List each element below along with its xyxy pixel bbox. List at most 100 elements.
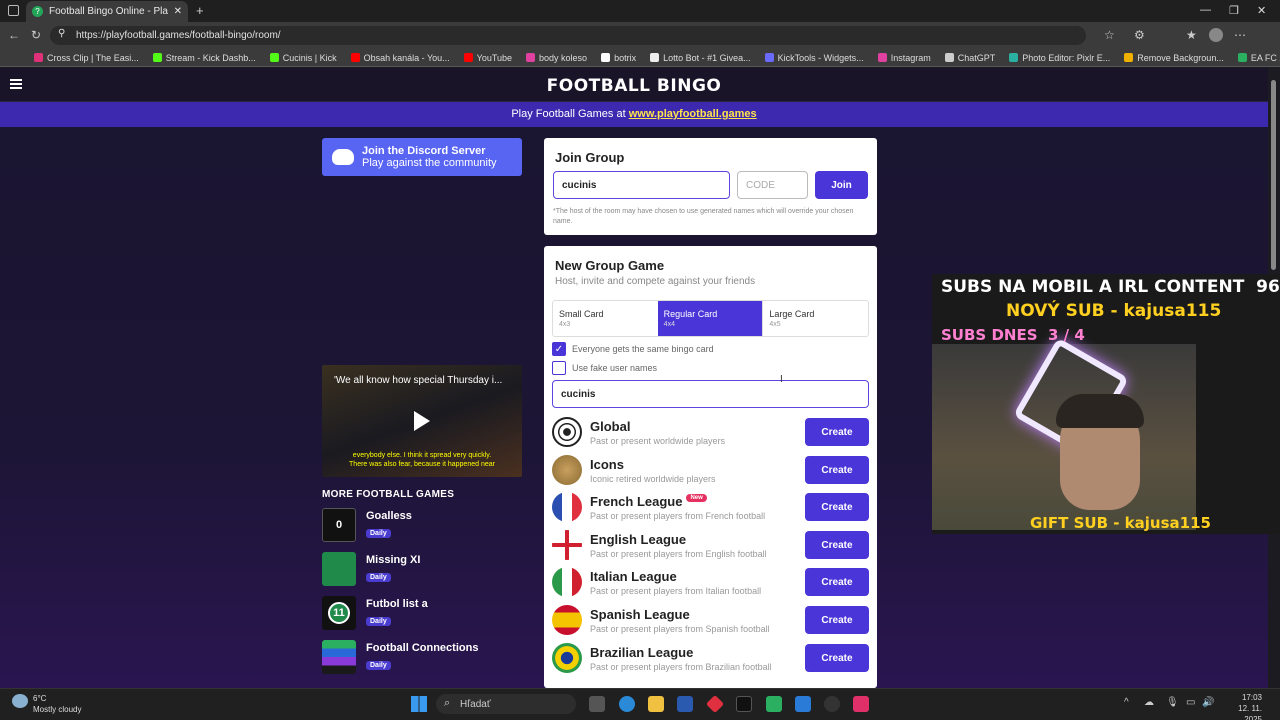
spreadsheet-icon[interactable] <box>766 696 782 712</box>
france-flag-icon <box>552 492 582 522</box>
tray-chevron-icon[interactable]: ^ <box>1124 697 1129 708</box>
create-button[interactable]: Create <box>805 644 869 672</box>
game-name: Futbol list a <box>366 598 428 610</box>
bookmark-item[interactable]: Remove Backgroun... <box>1124 53 1224 63</box>
bookmark-item[interactable]: Obsah kanála - You... <box>350 53 450 63</box>
url-field[interactable]: ⚲ https://playfootball.games/football-bi… <box>50 26 1086 45</box>
browser-tab[interactable]: ? Football Bingo Online - Play Now ✕ <box>26 1 188 22</box>
create-button[interactable]: Create <box>805 493 869 521</box>
more-menu-icon[interactable]: ⋯ <box>1234 28 1246 42</box>
game-link-futbol-lista[interactable]: 11 Futbol list a Daily <box>322 596 522 630</box>
size-option-small[interactable]: Small Card 4x3 <box>553 301 658 336</box>
back-icon[interactable]: ← <box>8 28 20 42</box>
same-card-option[interactable]: ✓ Everyone gets the same bingo card <box>552 342 714 356</box>
bookmark-item[interactable]: Stream - Kick Dashb... <box>152 53 256 63</box>
create-button[interactable]: Create <box>805 531 869 559</box>
create-button[interactable]: Create <box>805 568 869 596</box>
clock[interactable]: 17:03 12. 11. 2025 <box>1222 692 1262 720</box>
host-name-input[interactable]: cucinis <box>552 380 869 408</box>
game-name: Football Connections <box>366 642 479 654</box>
video-player[interactable]: 'We all know how special Thursday i... e… <box>322 365 522 477</box>
tab-actions-icon[interactable] <box>8 5 19 16</box>
create-button[interactable]: Create <box>805 418 869 446</box>
bookmark-item[interactable]: Cucinis | Kick <box>269 53 337 63</box>
store-icon[interactable] <box>677 696 693 712</box>
network-icon[interactable]: ▭ <box>1186 697 1195 708</box>
size-option-regular[interactable]: Regular Card 4x4 <box>657 301 763 336</box>
game-link-football-connections[interactable]: Football Connections Daily <box>322 640 522 674</box>
reload-icon[interactable]: ↻ <box>31 28 41 42</box>
taskbar-search[interactable]: ⌕ Hľadať <box>436 694 576 714</box>
bookmark-item[interactable]: KickTools - Widgets... <box>764 53 864 63</box>
fake-names-checkbox[interactable] <box>552 361 566 375</box>
weather-icon[interactable] <box>12 694 28 708</box>
minimize-icon[interactable]: — <box>1200 4 1211 16</box>
close-tab-icon[interactable]: ✕ <box>174 6 182 17</box>
obs-icon[interactable] <box>824 696 840 712</box>
bookmark-item[interactable]: Instagram <box>877 53 931 63</box>
bookmark-item[interactable]: ChatGPT <box>944 53 995 63</box>
edge-icon[interactable] <box>619 696 635 712</box>
league-desc: Past or present players from English foo… <box>590 548 767 559</box>
site-favicon-icon: ? <box>32 6 43 17</box>
maximize-icon[interactable]: ❐ <box>1229 4 1239 17</box>
weather-widget[interactable]: 6°C Mostly cloudy <box>33 693 81 715</box>
join-button[interactable]: Join <box>815 171 868 199</box>
play-icon[interactable] <box>414 411 430 431</box>
discord-title: Join the Discord Server <box>362 145 486 157</box>
promo-link[interactable]: www.playfootball.games <box>629 108 757 120</box>
connections-icon <box>322 640 356 674</box>
bookmark-item[interactable]: Lotto Bot - #1 Givea... <box>650 53 751 63</box>
discord-join-button[interactable]: Join the Discord Server Play against the… <box>322 138 522 176</box>
game-link-missing-xi[interactable]: Missing XI Daily <box>322 552 522 586</box>
tiktok-live-icon[interactable] <box>853 696 869 712</box>
site-title[interactable]: FOOTBALL BINGO <box>0 76 1268 96</box>
cloud-icon[interactable]: ☁ <box>1144 697 1154 708</box>
browser-tab-bar <box>0 0 1280 22</box>
task-view-icon[interactable] <box>589 696 605 712</box>
search-placeholder: Hľadať <box>460 698 491 710</box>
league-row-icons: Icons Iconic retired worldwide players Cr… <box>552 453 869 487</box>
bookmark-item[interactable]: botrix <box>601 53 636 63</box>
size-label: Small Card <box>559 309 604 319</box>
bookmark-item[interactable]: EA FC 26 Ultimate T... <box>1237 53 1280 63</box>
weather-temp: 6°C <box>33 694 47 703</box>
game-link-goalless[interactable]: 0 Goalless Daily <box>322 508 522 542</box>
new-game-subtitle: Host, invite and compete against your fr… <box>555 276 756 287</box>
bookmark-item[interactable]: Cross Clip | The Easi... <box>34 53 139 63</box>
close-window-icon[interactable]: ✕ <box>1257 4 1266 17</box>
profile-avatar[interactable] <box>1209 28 1223 42</box>
bookmark-item[interactable]: YouTube <box>463 53 512 63</box>
vintage-ball-icon <box>552 455 582 485</box>
site-info-icon[interactable]: ⚲ <box>58 28 65 39</box>
favorite-star-icon[interactable]: ☆ <box>1104 28 1115 42</box>
favorites-icon[interactable]: ★ <box>1186 28 1197 42</box>
size-option-large[interactable]: Large Card 4x5 <box>762 301 868 336</box>
tiktok-icon[interactable] <box>736 696 752 712</box>
new-sub-alert: NOVÝ SUB - kajusa115 <box>1006 301 1222 321</box>
room-code-placeholder: CODE <box>746 179 775 191</box>
new-tab-icon[interactable]: + <box>196 3 204 18</box>
bookmarks-bar: Cross Clip | The Easi... Stream - Kick D… <box>0 49 1280 67</box>
mic-icon[interactable]: 🎙 <box>1166 697 1179 708</box>
player-name-input[interactable]: cucinis <box>553 171 730 199</box>
windows-start-icon[interactable] <box>411 696 427 712</box>
streamer-hair <box>1056 394 1144 428</box>
league-name: Global <box>590 418 631 434</box>
futbol-list-icon-text: 11 <box>328 602 350 624</box>
fake-names-option[interactable]: Use fake user names <box>552 361 657 375</box>
scrollbar-thumb[interactable] <box>1271 80 1276 270</box>
daily-badge: Daily <box>366 529 391 538</box>
bookmark-item[interactable]: Photo Editor: Pixlr E... <box>1009 53 1110 63</box>
room-code-input[interactable]: CODE <box>737 171 808 199</box>
app-blue-icon[interactable] <box>795 696 811 712</box>
gift-sub-alert: GIFT SUB - kajusa115 <box>1030 514 1211 532</box>
extensions-icon[interactable]: ⚙ <box>1134 28 1145 42</box>
volume-icon[interactable]: 🔊 <box>1202 697 1214 708</box>
create-button[interactable]: Create <box>805 606 869 634</box>
bookmark-item[interactable]: body koleso <box>526 53 587 63</box>
create-button[interactable]: Create <box>805 456 869 484</box>
file-explorer-icon[interactable] <box>648 696 664 712</box>
host-name-value: cucinis <box>561 388 596 400</box>
same-card-checkbox[interactable]: ✓ <box>552 342 566 356</box>
